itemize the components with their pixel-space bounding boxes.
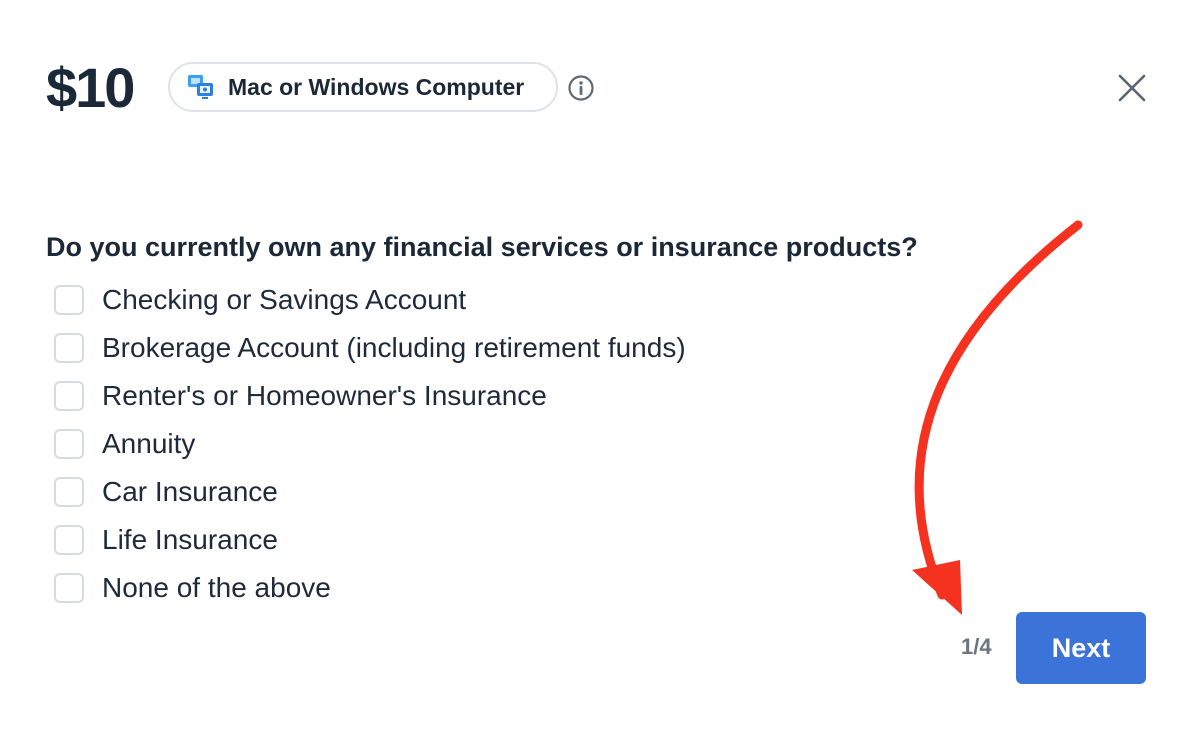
checkbox[interactable] — [54, 573, 84, 603]
step-indicator: 1/4 — [961, 634, 992, 659]
annotation-arrow — [912, 220, 1083, 615]
option-label: Annuity — [102, 428, 196, 459]
checkbox[interactable] — [54, 285, 84, 315]
device-label: Mac or Windows Computer — [228, 73, 525, 100]
next-button[interactable]: Next — [1016, 612, 1146, 684]
option-checking-savings[interactable]: Checking or Savings Account — [54, 276, 686, 324]
option-annuity[interactable]: Annuity — [54, 420, 686, 468]
option-none[interactable]: None of the above — [54, 564, 686, 612]
checkbox[interactable] — [54, 381, 84, 411]
checkbox[interactable] — [54, 333, 84, 363]
device-badge: Mac or Windows Computer — [168, 62, 558, 112]
option-list: Checking or Savings Account Brokerage Ac… — [54, 276, 686, 612]
option-label: Renter's or Homeowner's Insurance — [102, 380, 547, 411]
option-label: Life Insurance — [102, 524, 278, 555]
checkbox[interactable] — [54, 477, 84, 507]
option-label: None of the above — [102, 572, 331, 603]
reward-price: $10 — [46, 56, 135, 119]
option-brokerage[interactable]: Brokerage Account (including retirement … — [54, 324, 686, 372]
option-car-insurance[interactable]: Car Insurance — [54, 468, 686, 516]
option-label: Car Insurance — [102, 476, 278, 507]
option-renters-homeowners[interactable]: Renter's or Homeowner's Insurance — [54, 372, 686, 420]
checkbox[interactable] — [54, 429, 84, 459]
close-icon[interactable] — [1114, 70, 1150, 106]
survey-question: Do you currently own any financial servi… — [46, 232, 918, 262]
survey-modal: $10 Mac or Windows Computer Do you curre… — [0, 0, 1194, 730]
checkbox[interactable] — [54, 525, 84, 555]
option-label: Brokerage Account (including retirement … — [102, 332, 686, 363]
computer-icon — [188, 75, 213, 99]
option-label: Checking or Savings Account — [102, 284, 467, 315]
option-life-insurance[interactable]: Life Insurance — [54, 516, 686, 564]
info-icon[interactable] — [567, 74, 595, 102]
